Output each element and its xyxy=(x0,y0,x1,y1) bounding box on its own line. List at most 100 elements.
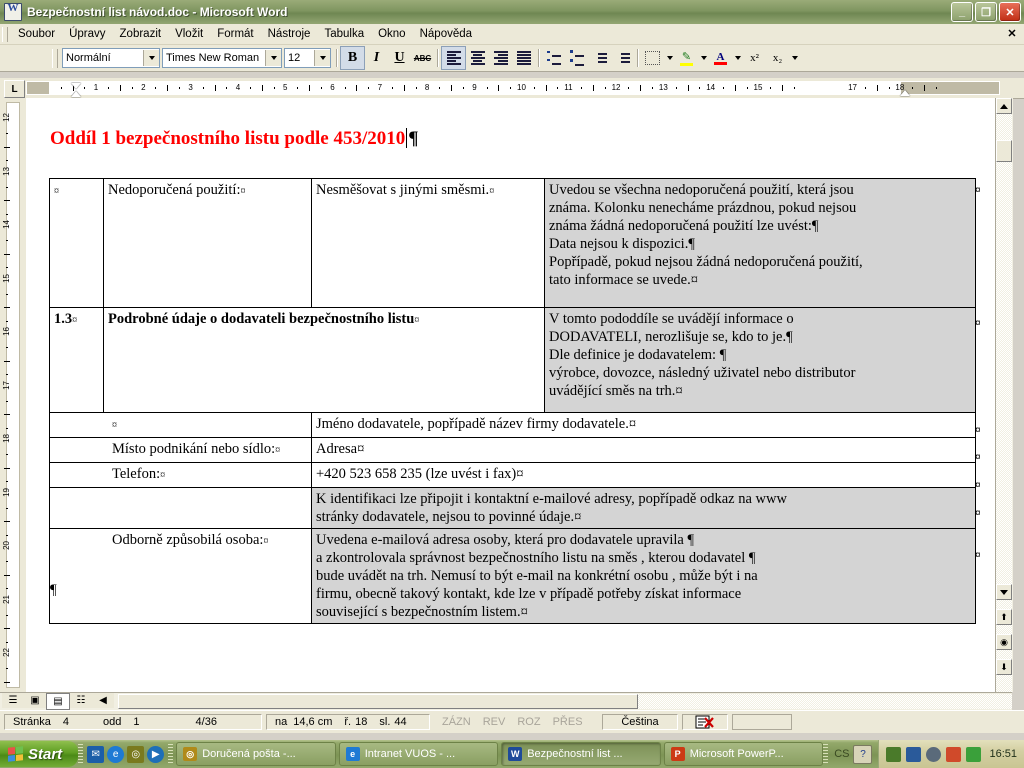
menu-upravy[interactable]: Úpravy xyxy=(62,26,112,42)
menu-okno[interactable]: Okno xyxy=(371,26,413,42)
align-center-button[interactable] xyxy=(466,47,489,69)
status-mode-rev[interactable]: REV xyxy=(477,716,512,728)
font-size-chevron-down-icon[interactable] xyxy=(314,50,330,66)
align-left-button[interactable] xyxy=(441,46,466,70)
strikethrough-button[interactable]: ABC xyxy=(411,47,434,69)
right-indent-marker[interactable] xyxy=(900,90,910,96)
table-cell-number[interactable]: ¤ xyxy=(49,178,104,308)
table-cell-note[interactable]: +420 523 658 235 (lze uvést i fax)¤ xyxy=(311,462,976,488)
table-row[interactable]: 1.3¤ Podrobné údaje o dodavateli bezpečno… xyxy=(49,307,976,413)
print-layout-view-button[interactable]: ▤ xyxy=(46,693,70,710)
table-row[interactable]: ¤ Jméno dodavatele, popřípadě název firmy… xyxy=(49,412,976,438)
menu-napoveda[interactable]: Nápověda xyxy=(413,26,479,42)
bold-button[interactable]: B xyxy=(340,46,365,70)
vertical-scroll-thumb[interactable] xyxy=(996,140,1012,162)
taskbar-button[interactable]: W Bezpečnostní list ... xyxy=(501,742,661,766)
media-player-icon[interactable]: ▶ xyxy=(147,745,165,763)
horizontal-scroll-track[interactable] xyxy=(118,694,1012,709)
taskbar-button[interactable]: ◎ Doručená pošta -... xyxy=(176,742,336,766)
font-combo[interactable]: Times New Roman xyxy=(162,48,282,68)
table-row[interactable]: K identifikaci lze připojit i kontaktní … xyxy=(49,487,976,529)
table-cell-note[interactable]: V tomto pododdíle se uvádějí informace o… xyxy=(544,307,976,413)
status-spellcheck[interactable] xyxy=(682,714,728,730)
horizontal-scrollbar-area[interactable]: ☰ ▣ ▤ ☷ ◀ xyxy=(0,692,1012,710)
vertical-ruler[interactable]: 12 13 14 15 16 17 18 19 20 21 22 xyxy=(0,98,26,697)
tab-stop-selector[interactable]: L xyxy=(4,80,25,98)
align-right-button[interactable] xyxy=(489,47,512,69)
previous-page-button[interactable]: ⬆ xyxy=(996,609,1012,625)
table-cell-label[interactable]: Telefon:¤ xyxy=(49,462,312,488)
superscript-button[interactable]: x² xyxy=(743,47,766,69)
outlook-icon[interactable]: ✉ xyxy=(87,745,105,763)
table-cell-note[interactable]: K identifikaci lze připojit i kontaktní … xyxy=(311,487,976,529)
menu-nastroje[interactable]: Nástroje xyxy=(261,26,318,42)
table-row[interactable]: Odborně způsobilá osoba:¤ Uvedena e-mailo… xyxy=(49,528,976,624)
scroll-down-button[interactable] xyxy=(996,584,1012,600)
taskbar-button[interactable]: P Microsoft PowerP... xyxy=(663,742,824,766)
increase-indent-button[interactable] xyxy=(611,47,634,69)
update-icon[interactable] xyxy=(946,746,962,762)
table-cell-note[interactable]: Uvedena e-mailová adresa osoby, která pr… xyxy=(311,528,976,624)
subscript-button[interactable]: x₂ xyxy=(766,47,789,69)
shield-icon[interactable] xyxy=(966,746,982,762)
status-mode-roz[interactable]: ROZ xyxy=(511,716,546,728)
vertical-scroll-track[interactable] xyxy=(996,98,1012,692)
style-chevron-down-icon[interactable] xyxy=(143,50,159,66)
toolbar-grip[interactable] xyxy=(52,48,58,68)
reading-view-button[interactable]: ◀ xyxy=(92,693,114,708)
network-icon[interactable] xyxy=(906,746,922,762)
menu-tabulka[interactable]: Tabulka xyxy=(317,26,371,42)
minimize-button[interactable]: _ xyxy=(951,2,973,22)
start-button[interactable]: Start xyxy=(0,741,79,767)
table-cell-note[interactable]: Uvedou se všechna nedoporučená použití, … xyxy=(544,178,976,308)
table-cell-label[interactable]: Nedoporučená použití:¤ xyxy=(103,178,312,308)
underline-button[interactable]: U xyxy=(388,47,411,69)
document-table[interactable]: ¤ Nedoporučená použití:¤ Nesměšovat s jiný… xyxy=(49,178,976,624)
first-line-indent-marker[interactable] xyxy=(71,83,81,89)
table-cell-note[interactable]: Adresa¤ xyxy=(311,437,976,463)
status-mode-zazn[interactable]: ZÁZN xyxy=(436,716,477,728)
font-color-button[interactable]: A xyxy=(709,47,732,69)
table-cell-value[interactable]: Nesměšovat s jinými směsmi.¤ xyxy=(311,178,545,308)
horizontal-ruler[interactable]: L 1 2 3 4 5 6 7 8 9 10 11 12 13 14 15 17 18 xyxy=(0,78,1024,99)
style-combo[interactable]: Normální xyxy=(62,48,160,68)
language-bar[interactable]: CS ? xyxy=(828,744,878,764)
status-language[interactable]: Čeština xyxy=(602,714,678,730)
help-icon[interactable]: ? xyxy=(853,744,873,764)
table-cell-label[interactable]: ¤ xyxy=(49,412,312,438)
restore-button[interactable]: ❐ xyxy=(975,2,997,22)
select-browse-object-button[interactable]: ◉ xyxy=(996,634,1012,650)
document-canvas[interactable]: Oddíl 1 bezpečnostního listu podle 453/2… xyxy=(26,98,995,692)
table-row[interactable]: Místo podnikání nebo sídlo:¤ Adresa¤ xyxy=(49,437,976,463)
close-document-button[interactable]: ✕ xyxy=(1004,26,1020,41)
menu-soubor[interactable]: Soubor xyxy=(11,26,62,42)
lotus-notes-icon[interactable]: ◎ xyxy=(127,745,145,763)
vertical-scrollbar[interactable]: ⬆ ◉ ⬇ xyxy=(995,98,1013,692)
font-chevron-down-icon[interactable] xyxy=(265,50,281,66)
horizontal-scroll-thumb[interactable] xyxy=(118,694,638,709)
left-indent-marker[interactable] xyxy=(71,91,81,97)
borders-chevron-down-icon[interactable] xyxy=(664,47,675,69)
taskbar-clock[interactable]: 16:51 xyxy=(986,748,1017,760)
font-size-combo[interactable]: 12 xyxy=(284,48,331,68)
next-page-button[interactable]: ⬇ xyxy=(996,659,1012,675)
table-cell-label[interactable] xyxy=(49,487,312,529)
table-cell-label[interactable]: Odborně způsobilá osoba:¤ xyxy=(49,528,312,624)
taskbar-button[interactable]: e Intranet VUOS - ... xyxy=(338,742,499,766)
font-color-chevron-down-icon[interactable] xyxy=(732,47,743,69)
highlight-button[interactable]: ✎ xyxy=(675,47,698,69)
table-cell-number[interactable]: 1.3¤ xyxy=(49,307,104,413)
status-mode-pres[interactable]: PŘES xyxy=(547,716,589,728)
menu-grip[interactable] xyxy=(2,26,8,42)
highlight-chevron-down-icon[interactable] xyxy=(698,47,709,69)
menu-format[interactable]: Formát xyxy=(210,26,260,42)
justify-button[interactable] xyxy=(512,47,535,69)
bulleted-list-button[interactable] xyxy=(565,47,588,69)
menu-vlozit[interactable]: Vložit xyxy=(168,26,210,42)
printer-icon[interactable] xyxy=(886,746,902,762)
toolbar-overflow-chevron-down-icon[interactable] xyxy=(789,47,800,69)
numbered-list-button[interactable] xyxy=(542,47,565,69)
menu-zobrazit[interactable]: Zobrazit xyxy=(113,26,169,42)
normal-view-button[interactable]: ☰ xyxy=(2,693,24,708)
internet-explorer-icon[interactable]: e xyxy=(107,745,125,763)
